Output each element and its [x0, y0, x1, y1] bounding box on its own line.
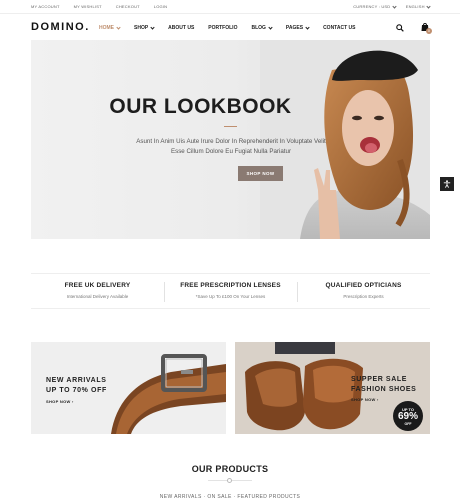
chevron-down-icon	[116, 24, 121, 30]
shop-now-button[interactable]: SHOP NOW	[238, 166, 283, 181]
banner-left-title: NEW ARRIVALS UP TO 70% OFF	[46, 376, 107, 396]
accessibility-icon	[443, 180, 451, 188]
banner-right-shop-now-link[interactable]: SHOP NOW ›	[351, 397, 379, 402]
features-strip: FREE UK DELIVERY International Delivery …	[31, 273, 430, 309]
nav-home[interactable]: HOME	[99, 24, 121, 31]
banner-left-shop-now-link[interactable]: SHOP NOW ›	[46, 399, 74, 404]
nav-contact-us[interactable]: CONTACT US	[323, 25, 355, 31]
chevron-down-icon	[268, 24, 273, 30]
chevron-down-icon	[392, 4, 397, 9]
banner-left-line1: NEW ARRIVALS	[46, 377, 107, 384]
nav-about-us[interactable]: ABOUT US	[168, 25, 194, 31]
hero-subtitle-line2: Esse Cillum Dolore Eu Fugiat Nulla Paria…	[170, 148, 292, 155]
main-header: DOMINO. HOME SHOP ABOUT US PORTFOLIO BLO…	[0, 14, 460, 40]
account-links: MY ACCOUNT MY WISHLIST CHECKOUT LOGIN	[31, 4, 167, 9]
my-account-link[interactable]: MY ACCOUNT	[31, 4, 60, 9]
divider-dot	[227, 478, 232, 483]
arrow-right-icon: ›	[71, 399, 74, 404]
banner-right-line2: FASHION SHOES	[351, 386, 417, 393]
feature-title: FREE PRESCRIPTION LENSES	[180, 282, 281, 289]
accessibility-button[interactable]	[440, 177, 454, 191]
chevron-down-icon	[150, 24, 155, 30]
hero-divider	[224, 126, 237, 127]
hero-subtitle-line1: Asunt In Anim Uis Aute Irure Dolor In Re…	[136, 138, 326, 145]
language-label: ENGLISH	[405, 4, 425, 9]
nav-home-label: HOME	[99, 25, 114, 31]
nav-portfolio-label: PORTFOLIO	[208, 25, 238, 31]
chevron-down-icon	[426, 4, 431, 9]
checkout-link[interactable]: CHECKOUT	[116, 4, 140, 9]
language-selector[interactable]: ENGLISH	[405, 4, 431, 9]
section-title: OUR PRODUCTS	[191, 464, 269, 474]
login-link[interactable]: LOGIN	[154, 4, 167, 9]
nav-contact-label: CONTACT US	[323, 25, 356, 31]
discount-badge: UP TO 69% OFF	[393, 401, 423, 431]
feature-opticians: QUALIFIED OPTICIANS Prescription Experts	[297, 274, 430, 308]
cart-count-badge: 0	[426, 28, 432, 34]
new-arrivals-banner[interactable]: NEW ARRIVALS UP TO 70% OFF SHOP NOW ›	[31, 342, 226, 434]
feature-subtitle: *Save Up To £100 On Your Lenses	[195, 294, 266, 299]
feature-subtitle: International Delivery Available	[66, 294, 129, 299]
chevron-down-icon	[305, 24, 310, 30]
nav-blog[interactable]: BLOG	[251, 24, 273, 31]
main-nav: HOME SHOP ABOUT US PORTFOLIO BLOG PAGES …	[99, 24, 369, 31]
locale-selectors: CURRENCY : USD ENGLISH	[353, 4, 431, 9]
hero-title-text: OUR LOOKBOOK	[109, 95, 292, 118]
arrow-right-icon: ›	[376, 397, 379, 402]
feature-title: FREE UK DELIVERY	[64, 282, 131, 289]
top-bar: MY ACCOUNT MY WISHLIST CHECKOUT LOGIN CU…	[0, 0, 460, 14]
banner-right-title: SUPPER SALE FASHION SHOES	[351, 375, 416, 395]
nav-blog-label: BLOG	[251, 25, 266, 31]
hero-banner: OUR LOOKBOOK Asunt In Anim Uis Aute Irur…	[31, 40, 430, 239]
search-icon[interactable]	[396, 24, 404, 32]
feature-title: QUALIFIED OPTICIANS	[325, 282, 402, 289]
nav-shop[interactable]: SHOP	[134, 24, 155, 31]
feature-subtitle: Prescription Experts	[343, 294, 384, 299]
banner-left-link-label: SHOP NOW	[46, 399, 71, 404]
badge-percent: 69%	[397, 411, 418, 422]
hero-title: OUR LOOKBOOK	[31, 95, 430, 119]
nav-about-label: ABOUT US	[168, 25, 195, 31]
nav-pages-label: PAGES	[285, 25, 304, 31]
nav-pages[interactable]: PAGES	[285, 24, 310, 31]
currency-selector[interactable]: CURRENCY : USD	[353, 4, 397, 9]
feature-delivery: FREE UK DELIVERY International Delivery …	[31, 274, 164, 308]
currency-label: CURRENCY : USD	[353, 4, 391, 9]
product-tabs[interactable]: NEW ARRIVALS · ON SALE · FEATURED PRODUC…	[0, 494, 460, 500]
logo[interactable]: DOMINO.	[31, 21, 90, 33]
my-wishlist-link[interactable]: MY WISHLIST	[74, 4, 102, 9]
hero-subtitle: Asunt In Anim Uis Aute Irure Dolor In Re…	[91, 137, 371, 157]
feature-lenses: FREE PRESCRIPTION LENSES *Save Up To £10…	[164, 274, 297, 308]
badge-line3: OFF	[404, 422, 412, 426]
banner-left-line2: UP TO 70% OFF	[46, 387, 107, 394]
banner-right-link-label: SHOP NOW	[351, 397, 376, 402]
nav-shop-label: SHOP	[134, 25, 149, 31]
banner-right-line1: SUPPER SALE	[351, 376, 407, 383]
nav-portfolio[interactable]: PORTFOLIO	[208, 25, 237, 31]
